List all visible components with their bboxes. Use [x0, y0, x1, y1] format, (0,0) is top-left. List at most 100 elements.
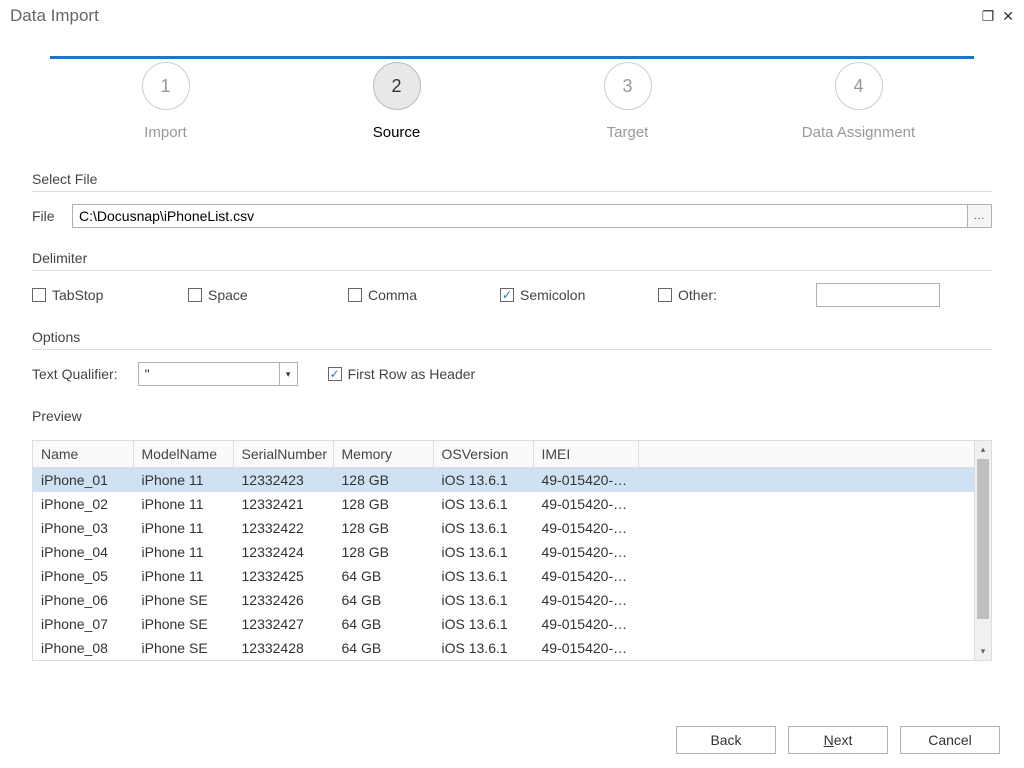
cancel-button[interactable]: Cancel [900, 726, 1000, 754]
col-header[interactable]: ModelName [133, 441, 233, 468]
table-cell: iPhone 11 [133, 540, 233, 564]
table-cell-empty [638, 492, 991, 516]
col-header[interactable]: Memory [333, 441, 433, 468]
table-cell: iPhone SE [133, 636, 233, 660]
browse-button[interactable]: ... [968, 204, 992, 228]
table-cell: iPhone 11 [133, 516, 233, 540]
delimiter-other-input[interactable] [816, 283, 940, 307]
table-cell: iPhone_07 [33, 612, 133, 636]
table-row[interactable]: iPhone_07iPhone SE1233242764 GBiOS 13.6.… [33, 612, 991, 636]
scroll-down-icon[interactable]: ▾ [975, 643, 991, 660]
file-input[interactable] [72, 204, 968, 228]
table-cell: 64 GB [333, 636, 433, 660]
step-line [875, 56, 974, 59]
preview-table-wrap: Name ModelName SerialNumber Memory OSVer… [32, 440, 992, 661]
delimiter-other[interactable]: Other: [658, 287, 816, 303]
step-line [330, 56, 580, 59]
step-number: 2 [373, 62, 421, 110]
table-cell-empty [638, 612, 991, 636]
file-input-wrap: ... [72, 204, 992, 228]
table-cell-empty [638, 516, 991, 540]
table-cell: 12332421 [233, 492, 333, 516]
table-cell-empty [638, 636, 991, 660]
close-icon[interactable]: ✕ [1002, 8, 1014, 25]
table-cell: iPhone 11 [133, 492, 233, 516]
table-cell: 49-015420-3... [533, 588, 638, 612]
table-cell-empty [638, 468, 991, 493]
table-cell: iPhone 11 [133, 468, 233, 493]
table-row[interactable]: iPhone_08iPhone SE1233242864 GBiOS 13.6.… [33, 636, 991, 660]
table-cell: iPhone SE [133, 612, 233, 636]
step-import[interactable]: 1 Import [50, 62, 281, 141]
checkbox-label: Semicolon [520, 287, 585, 303]
back-button[interactable]: Back [676, 726, 776, 754]
checkbox-icon[interactable] [348, 288, 362, 302]
table-cell: iPhone_04 [33, 540, 133, 564]
delimiter-comma[interactable]: Comma [348, 287, 500, 303]
table-row[interactable]: iPhone_06iPhone SE1233242664 GBiOS 13.6.… [33, 588, 991, 612]
checkbox-icon[interactable] [188, 288, 202, 302]
delimiter-tabstop[interactable]: TabStop [32, 287, 188, 303]
section-select-file: Select File File ... [0, 171, 1024, 228]
table-cell: 64 GB [333, 564, 433, 588]
table-cell: iOS 13.6.1 [433, 468, 533, 493]
col-header[interactable]: SerialNumber [233, 441, 333, 468]
table-cell: 64 GB [333, 612, 433, 636]
checkbox-icon[interactable] [658, 288, 672, 302]
step-source[interactable]: 2 Source [281, 62, 512, 141]
step-label: Data Assignment [802, 124, 915, 141]
table-row[interactable]: iPhone_05iPhone 111233242564 GBiOS 13.6.… [33, 564, 991, 588]
step-data-assignment[interactable]: 4 Data Assignment [743, 62, 974, 141]
section-header: Options [32, 329, 992, 350]
step-number: 1 [142, 62, 190, 110]
step-label: Target [607, 124, 649, 141]
table-cell: iPhone_03 [33, 516, 133, 540]
text-qualifier-select[interactable]: " ▾ [138, 362, 298, 386]
wizard-steps: 1 Import 2 Source 3 Target 4 Data Assign… [0, 32, 1024, 171]
section-header: Preview [32, 408, 992, 428]
table-cell: 49-015420-3... [533, 636, 638, 660]
window-title: Data Import [10, 6, 99, 26]
next-button-rest: ext [834, 732, 853, 748]
table-cell: 12332426 [233, 588, 333, 612]
checkbox-icon[interactable] [328, 367, 342, 381]
table-cell: 12332427 [233, 612, 333, 636]
table-row[interactable]: iPhone_03iPhone 1112332422128 GBiOS 13.6… [33, 516, 991, 540]
table-cell: 49-015420-3... [533, 612, 638, 636]
col-header-empty [638, 441, 991, 468]
checkbox-icon[interactable] [32, 288, 46, 302]
section-delimiter: Delimiter TabStop Space Comma Semicolon … [0, 250, 1024, 307]
checkbox-label: Space [208, 287, 248, 303]
checkbox-icon[interactable] [500, 288, 514, 302]
file-row: File ... [32, 204, 992, 228]
preview-table: Name ModelName SerialNumber Memory OSVer… [33, 441, 991, 660]
table-cell: 128 GB [333, 516, 433, 540]
table-row[interactable]: iPhone_04iPhone 1112332424128 GBiOS 13.6… [33, 540, 991, 564]
col-header[interactable]: OSVersion [433, 441, 533, 468]
section-header: Delimiter [32, 250, 992, 271]
vertical-scrollbar[interactable]: ▴ ▾ [974, 441, 991, 660]
col-header[interactable]: IMEI [533, 441, 638, 468]
next-button[interactable]: Next [788, 726, 888, 754]
maximize-icon[interactable]: ❐ [982, 8, 995, 25]
chevron-down-icon[interactable]: ▾ [279, 363, 297, 385]
table-cell: iPhone_05 [33, 564, 133, 588]
table-cell: iPhone_01 [33, 468, 133, 493]
table-cell: 49-015420-3... [533, 468, 638, 493]
col-header[interactable]: Name [33, 441, 133, 468]
table-cell: 49-015420-3... [533, 564, 638, 588]
delimiter-space[interactable]: Space [188, 287, 348, 303]
step-target[interactable]: 3 Target [512, 62, 743, 141]
scroll-up-icon[interactable]: ▴ [975, 441, 991, 458]
table-row[interactable]: iPhone_01iPhone 1112332423128 GBiOS 13.6… [33, 468, 991, 493]
delimiter-semicolon[interactable]: Semicolon [500, 287, 658, 303]
table-cell: iPhone 11 [133, 564, 233, 588]
scroll-thumb[interactable] [977, 459, 989, 619]
table-cell: 128 GB [333, 492, 433, 516]
select-value: " [139, 366, 279, 382]
delimiter-row: TabStop Space Comma Semicolon Other: [32, 283, 992, 307]
window-controls: ❐ ✕ [982, 8, 1014, 25]
first-row-header[interactable]: First Row as Header [328, 366, 484, 382]
checkbox-label: TabStop [52, 287, 103, 303]
table-row[interactable]: iPhone_02iPhone 1112332421128 GBiOS 13.6… [33, 492, 991, 516]
